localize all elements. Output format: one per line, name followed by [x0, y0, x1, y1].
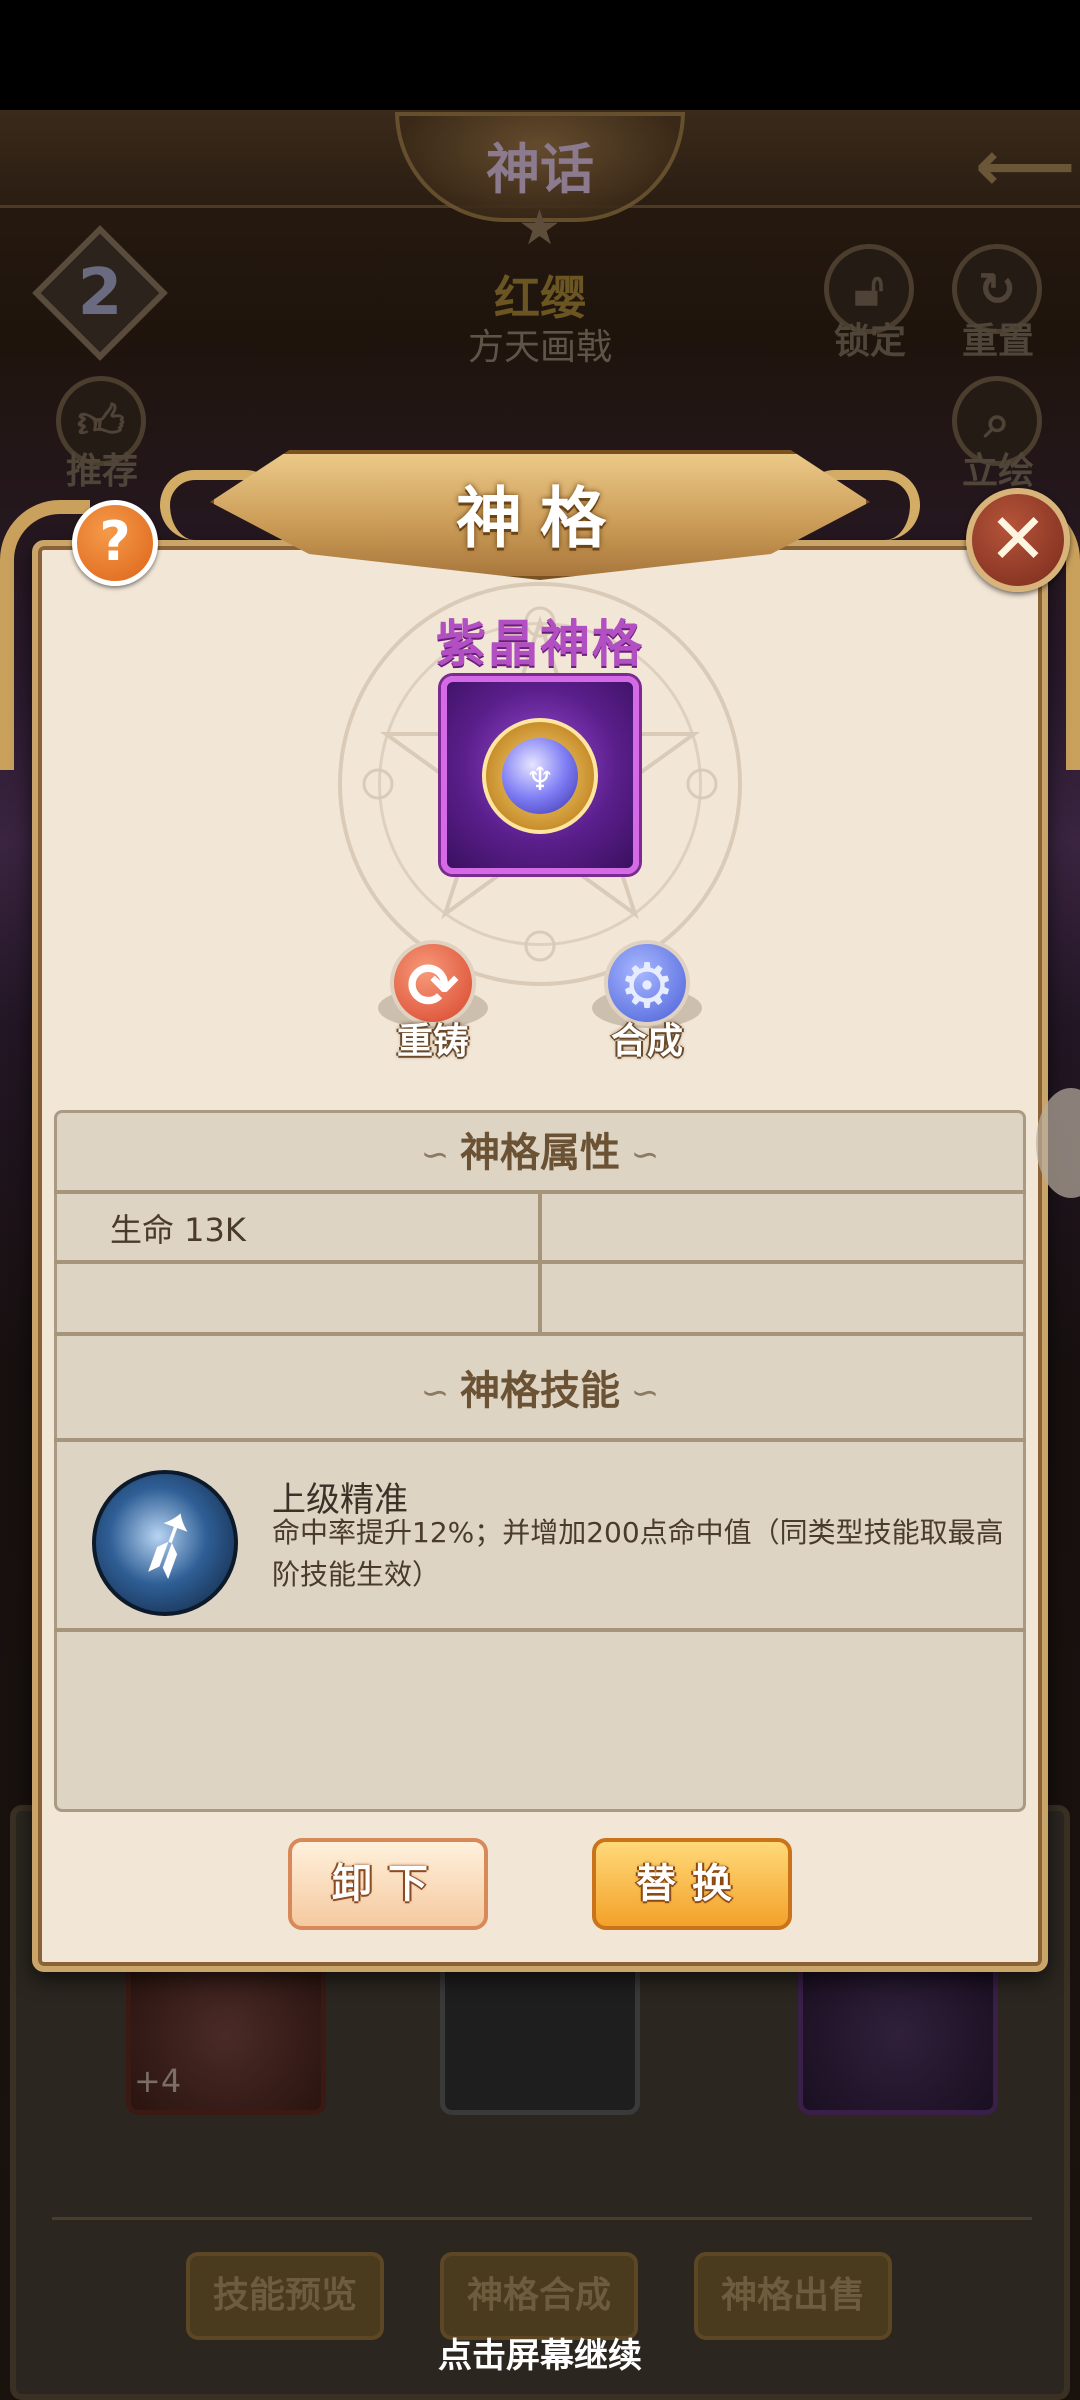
back-arrow-icon[interactable]: ⟵	[975, 125, 1075, 207]
lock-button-label[interactable]: 锁定	[810, 312, 930, 364]
card-count: +4	[134, 2062, 182, 2100]
portrait-button-label[interactable]: 立绘	[938, 442, 1058, 494]
ornament-left-icon: ∽	[420, 1135, 460, 1175]
replace-button[interactable]: 替换	[592, 1838, 792, 1930]
divider	[54, 1438, 1026, 1442]
screen-title: 神话	[486, 137, 594, 201]
attributes-header: ∽ 神格属性 ∽	[54, 1114, 1026, 1192]
modal-title: 神格	[456, 479, 624, 557]
help-button[interactable]: ?	[72, 500, 158, 586]
status-bar	[0, 0, 1080, 110]
skills-header: ∽ 神格技能 ∽	[54, 1352, 1026, 1430]
hero-weapon: 方天画戟	[467, 327, 612, 368]
divider	[54, 1260, 1026, 1264]
divider	[52, 2217, 1032, 2220]
ornament-right-icon: ∽	[620, 1373, 660, 1413]
compose-godhood-button[interactable]: 神格合成	[440, 2252, 638, 2340]
recommend-button-label[interactable]: 推荐	[42, 442, 162, 494]
close-button[interactable]: ✕	[966, 488, 1070, 592]
skill-description: 命中率提升12%；并增加200点命中值（同类型技能取最高阶技能生效）	[272, 1516, 1004, 1591]
unequip-button[interactable]: 卸下	[288, 1838, 488, 1930]
compose-button-label[interactable]: 合成	[582, 1012, 712, 1064]
attribute-row-left: 生命 13K	[110, 1211, 246, 1249]
divider	[54, 1628, 1026, 1632]
skill-preview-button[interactable]: 技能预览	[186, 2252, 384, 2340]
level-number: 2	[77, 256, 123, 330]
equipped-card-purple[interactable]	[798, 1955, 998, 2115]
divider	[54, 1332, 1026, 1336]
skills-header-text: 神格技能	[460, 1368, 620, 1414]
ornament-right-icon: ∽	[620, 1135, 660, 1175]
wings-icon: ♆	[525, 760, 555, 798]
continue-hint[interactable]: 点击屏幕继续	[0, 2328, 1080, 2377]
reforge-button-label[interactable]: 重铸	[368, 1012, 498, 1064]
star-icon: ★	[518, 200, 562, 256]
reset-button-label[interactable]: 重置	[938, 312, 1058, 364]
sell-godhood-button[interactable]: 神格出售	[694, 2252, 892, 2340]
ornament-left-icon: ∽	[420, 1373, 460, 1413]
attributes-header-text: 神格属性	[460, 1130, 620, 1176]
item-name: 紫晶神格	[436, 614, 644, 673]
locked-slot[interactable]	[440, 1955, 640, 2115]
